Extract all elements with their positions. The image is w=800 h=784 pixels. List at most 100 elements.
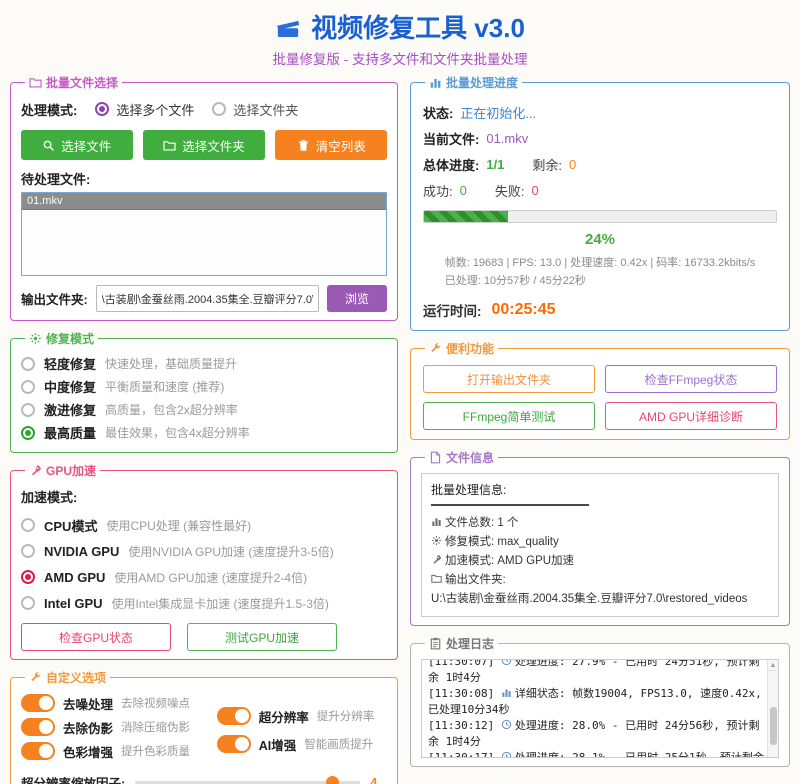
radio-icon[interactable] bbox=[21, 596, 35, 610]
select-folder-button[interactable]: 选择文件夹 bbox=[143, 130, 266, 160]
file-info-lines: 文件总数: 1 个 修复模式: max_quality 加速模式: AMD GP… bbox=[431, 514, 769, 609]
toggle-denoise[interactable]: 去噪处理 去除视频噪点 bbox=[21, 691, 217, 715]
radio-icon[interactable] bbox=[21, 380, 35, 394]
radio-icon[interactable] bbox=[21, 357, 35, 371]
radio-icon[interactable] bbox=[21, 544, 35, 558]
radio-select-folder[interactable]: 选择文件夹 bbox=[212, 100, 298, 119]
radio-select-multiple-files[interactable]: 选择多个文件 bbox=[95, 100, 194, 119]
radio-repair-aggressive[interactable]: 激进修复 高质量，包含2x超分辨率 bbox=[21, 398, 387, 421]
radio-icon[interactable] bbox=[95, 102, 109, 116]
app-header: 视频修复工具 v3.0 批量修复版 - 支持多文件和文件夹批量处理 bbox=[10, 6, 790, 74]
log-timestamp: [11:30:12] bbox=[428, 719, 494, 732]
current-file-label: 当前文件: bbox=[423, 129, 479, 148]
log-line: [11:30:12] 处理进度: 28.0% - 已用时 24分56秒, 预计剩… bbox=[428, 718, 764, 750]
wrench-icon bbox=[29, 671, 42, 684]
app-window: 视频修复工具 v3.0 批量修复版 - 支持多文件和文件夹批量处理 批量文件选择… bbox=[0, 0, 800, 784]
clock-icon bbox=[501, 659, 515, 668]
chart-icon bbox=[431, 514, 445, 533]
log-timestamp: [11:30:17] bbox=[428, 751, 494, 758]
log-scrollbar[interactable]: ▲ bbox=[767, 660, 778, 757]
radio-icon[interactable] bbox=[21, 570, 35, 584]
toggle-switch[interactable] bbox=[21, 742, 55, 760]
toggle-super-resolution[interactable]: 超分辨率 提升分辨率 bbox=[217, 704, 387, 728]
toggle-switch[interactable] bbox=[21, 718, 55, 736]
output-folder-input[interactable] bbox=[96, 285, 319, 312]
radio-icon[interactable] bbox=[21, 518, 35, 532]
panel-custom-options: 自定义选项 去噪处理 去除视频噪点 去除伪影 消除压缩伪影 bbox=[10, 669, 398, 784]
check-gpu-status-button[interactable]: 检查GPU状态 bbox=[21, 623, 171, 651]
fail-label: 失败: bbox=[495, 181, 525, 200]
toggle-color-enhance[interactable]: 色彩增强 提升色彩质量 bbox=[21, 739, 217, 763]
panel-tools: 便利功能 打开输出文件夹 检查FFmpeg状态 FFmpeg简单测试 AMD G… bbox=[410, 340, 790, 440]
log-line: [11:30:08] 详细状态: 帧数19004, FPS13.0, 速度0.4… bbox=[428, 686, 764, 718]
folder-icon bbox=[163, 139, 176, 152]
search-icon bbox=[42, 139, 55, 152]
panel-custom-title: 自定义选项 bbox=[46, 669, 106, 686]
log-viewport[interactable]: [11:30:07] 处理进度: 27.9% - 已用时 24分51秒, 预计剩… bbox=[421, 659, 779, 758]
pending-files-label: 待处理文件: bbox=[21, 169, 387, 188]
info-line: 文件总数: 1 个 bbox=[431, 514, 769, 533]
browse-button[interactable]: 浏览 bbox=[327, 285, 387, 312]
radio-icon[interactable] bbox=[21, 426, 35, 440]
fail-value: 0 bbox=[531, 183, 538, 198]
status-label: 状态: bbox=[423, 103, 453, 122]
divider bbox=[431, 504, 589, 506]
output-folder-label: 输出文件夹: bbox=[21, 289, 88, 308]
toggle-deartifact[interactable]: 去除伪影 消除压缩伪影 bbox=[21, 715, 217, 739]
file-icon bbox=[429, 451, 442, 464]
clear-list-button[interactable]: 清空列表 bbox=[275, 130, 387, 160]
success-label: 成功: bbox=[423, 181, 453, 200]
radio-intel-gpu[interactable]: Intel GPU 使用Intel集成显卡加速 (速度提升1.5-3倍) bbox=[21, 590, 387, 616]
trash-icon bbox=[297, 139, 310, 152]
panel-repair-mode-title: 修复模式 bbox=[46, 330, 94, 347]
runtime-label: 运行时间: bbox=[423, 300, 482, 320]
select-files-button[interactable]: 选择文件 bbox=[21, 130, 133, 160]
panel-log-title: 处理日志 bbox=[446, 635, 494, 652]
page-title-row: 视频修复工具 v3.0 bbox=[275, 8, 525, 45]
open-output-folder-button[interactable]: 打开输出文件夹 bbox=[423, 365, 595, 393]
panel-repair-mode: 修复模式 轻度修复 快速处理，基础质量提升 中度修复 平衡质量和速度 (推荐) … bbox=[10, 330, 398, 453]
panel-file-selection: 批量文件选择 处理模式: 选择多个文件 选择文件夹 选择文件 选择文件夹 bbox=[10, 74, 398, 321]
list-item[interactable]: 01.mkv bbox=[22, 193, 386, 210]
ffmpeg-simple-test-button[interactable]: FFmpeg简单测试 bbox=[423, 402, 595, 430]
radio-repair-medium[interactable]: 中度修复 平衡质量和速度 (推荐) bbox=[21, 375, 387, 398]
radio-amd-gpu[interactable]: AMD GPU 使用AMD GPU加速 (速度提升2-4倍) bbox=[21, 564, 387, 590]
scale-factor-label: 超分辨率缩放因子: bbox=[21, 773, 125, 784]
toggle-switch[interactable] bbox=[217, 735, 251, 753]
radio-repair-light[interactable]: 轻度修复 快速处理，基础质量提升 bbox=[21, 352, 387, 375]
check-ffmpeg-status-button[interactable]: 检查FFmpeg状态 bbox=[605, 365, 777, 393]
amd-gpu-diagnose-button[interactable]: AMD GPU详细诊断 bbox=[605, 402, 777, 430]
page-subtitle: 批量修复版 - 支持多文件和文件夹批量处理 bbox=[10, 48, 790, 68]
toggle-ai-enhance[interactable]: AI增强 智能画质提升 bbox=[217, 732, 387, 756]
toggle-switch[interactable] bbox=[21, 694, 55, 712]
panel-gpu-title: GPU加速 bbox=[46, 462, 96, 479]
folder-icon bbox=[29, 76, 42, 89]
radio-repair-max-quality[interactable]: 最高质量 最佳效果，包含4x超分辨率 bbox=[21, 421, 387, 444]
radio-cpu-mode[interactable]: CPU模式 使用CPU处理 (兼容性最好) bbox=[21, 512, 387, 538]
info-line: 修复模式: max_quality bbox=[431, 533, 769, 552]
slider-knob[interactable] bbox=[326, 776, 339, 784]
toggle-switch[interactable] bbox=[217, 707, 251, 725]
log-lines: [11:30:07] 处理进度: 27.9% - 已用时 24分51秒, 预计剩… bbox=[422, 659, 778, 758]
info-line: 输出文件夹: bbox=[431, 571, 769, 590]
stats-line: 帧数: 19683 | FPS: 13.0 | 处理速度: 0.42x | 码率… bbox=[445, 255, 756, 273]
clock-icon bbox=[501, 719, 515, 732]
progress-bar bbox=[423, 210, 777, 223]
radio-icon[interactable] bbox=[21, 403, 35, 417]
gear-icon bbox=[29, 332, 42, 345]
info-line: U:\古装剧\金蚕丝雨.2004.35集全.豆瓣评分7.0\restored_v… bbox=[431, 590, 769, 609]
test-gpu-accel-button[interactable]: 测试GPU加速 bbox=[187, 623, 337, 651]
page-title: 视频修复工具 v3.0 bbox=[311, 8, 525, 45]
processed-line: 已处理: 10分57秒 / 45分22秒 bbox=[445, 273, 756, 291]
progress-percent: 24% bbox=[421, 231, 779, 248]
pending-files-list[interactable]: 01.mkv bbox=[21, 192, 387, 276]
runtime-value: 00:25:45 bbox=[492, 301, 556, 319]
radio-nvidia-gpu[interactable]: NVIDIA GPU 使用NVIDIA GPU加速 (速度提升3-5倍) bbox=[21, 538, 387, 564]
scrollbar-thumb[interactable] bbox=[770, 707, 777, 745]
status-value: 正在初始化... bbox=[460, 103, 536, 122]
panel-file-info-title: 文件信息 bbox=[446, 449, 494, 466]
remaining-label: 剩余: bbox=[532, 155, 562, 174]
scale-factor-value: 4 bbox=[370, 775, 377, 784]
scrollbar-up-arrow[interactable]: ▲ bbox=[768, 660, 778, 671]
radio-icon[interactable] bbox=[212, 102, 226, 116]
